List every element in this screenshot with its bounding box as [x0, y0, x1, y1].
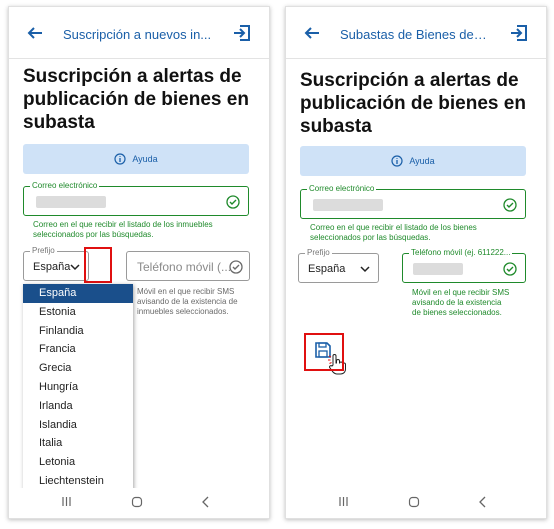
check-circle-icon [229, 260, 243, 274]
dropdown-option[interactable]: Grecia [23, 359, 133, 378]
help-label: Ayuda [132, 154, 158, 164]
system-nav-bar [9, 488, 269, 518]
dropdown-option[interactable]: Estonia [23, 303, 133, 322]
home-icon[interactable] [408, 496, 420, 508]
back-arrow-icon[interactable] [304, 25, 320, 41]
help-button[interactable]: Ayuda [23, 144, 249, 174]
prefix-label: Prefijo [305, 248, 332, 257]
phone-value-redacted [413, 263, 463, 275]
phone-screen-right: Subastas de Bienes de l... Suscripción a… [285, 6, 547, 519]
prefix-value: España [308, 263, 346, 275]
email-field-label: Correo electrónico [307, 184, 377, 193]
back-arrow-icon[interactable] [27, 25, 43, 41]
exit-icon[interactable] [233, 24, 251, 42]
email-field-label: Correo electrónico [30, 181, 100, 190]
phone-field[interactable]: Teléfono móvil (... [126, 251, 250, 281]
dropdown-option[interactable]: Francia [23, 340, 133, 359]
country-dropdown-list[interactable]: España Estonia Finlandia Francia Grecia … [23, 284, 133, 496]
screenshot-canvas: Suscripción a nuevos in... Suscripción a… [0, 0, 554, 529]
home-icon[interactable] [131, 496, 143, 508]
help-button[interactable]: Ayuda [300, 146, 526, 176]
help-label: Ayuda [409, 156, 435, 166]
chevron-down-icon[interactable] [360, 264, 370, 274]
email-hint: Correo en el que recibir el listado de l… [33, 220, 213, 239]
dropdown-option[interactable]: Hungría [23, 378, 133, 397]
app-bar-title: Suscripción a nuevos in... [63, 27, 212, 42]
check-circle-icon [503, 198, 517, 212]
app-bar: Suscripción a nuevos in... [9, 7, 269, 59]
info-icon [391, 155, 403, 167]
dropdown-option[interactable]: Irlanda [23, 397, 133, 416]
dropdown-option[interactable]: Letonia [23, 453, 133, 472]
email-field[interactable]: Correo electrónico [300, 184, 526, 219]
exit-icon[interactable] [510, 24, 528, 42]
page-title: Suscripción a alertas de publicación de … [300, 70, 526, 137]
page-title: Suscripción a alertas de publicación de … [23, 66, 249, 133]
highlight-box [84, 247, 112, 283]
nav-back-icon[interactable] [478, 496, 488, 508]
nav-back-icon[interactable] [201, 496, 211, 508]
check-circle-icon [226, 195, 240, 209]
check-circle-icon [503, 262, 517, 276]
prefix-select[interactable]: Prefijo España [298, 248, 379, 283]
email-value-redacted [313, 199, 383, 211]
app-bar-title: Subastas de Bienes de l... [340, 27, 490, 42]
app-bar: Subastas de Bienes de l... [286, 7, 546, 59]
phone-placeholder: Teléfono móvil (... [137, 260, 232, 274]
prefix-select[interactable]: Prefijo España [23, 246, 89, 281]
dropdown-option[interactable]: Islandia [23, 416, 133, 435]
highlight-box [304, 333, 344, 371]
recents-icon[interactable] [338, 496, 349, 507]
info-icon [114, 153, 126, 165]
recents-icon[interactable] [61, 496, 72, 507]
phone-hint: Móvil en el que recibir SMS avisando de … [137, 287, 238, 316]
prefix-value: España [33, 261, 71, 273]
chevron-down-icon[interactable] [70, 262, 80, 272]
email-value-redacted [36, 196, 106, 208]
phone-screen-left: Suscripción a nuevos in... Suscripción a… [8, 6, 270, 519]
dropdown-option[interactable]: Finlandia [23, 322, 133, 341]
prefix-label: Prefijo [30, 246, 57, 255]
phone-field[interactable]: Teléfono móvil (ej. 611222... [402, 248, 526, 283]
phone-field-label: Teléfono móvil (ej. 611222... [409, 248, 513, 257]
email-hint: Correo en el que recibir el listado de l… [310, 223, 477, 242]
dropdown-option[interactable]: España [23, 284, 133, 303]
phone-hint: Móvil en el que recibir SMS avisando de … [412, 288, 510, 317]
email-field[interactable]: Correo electrónico [23, 181, 249, 216]
dropdown-option[interactable]: Italia [23, 434, 133, 453]
system-nav-bar [286, 488, 546, 518]
